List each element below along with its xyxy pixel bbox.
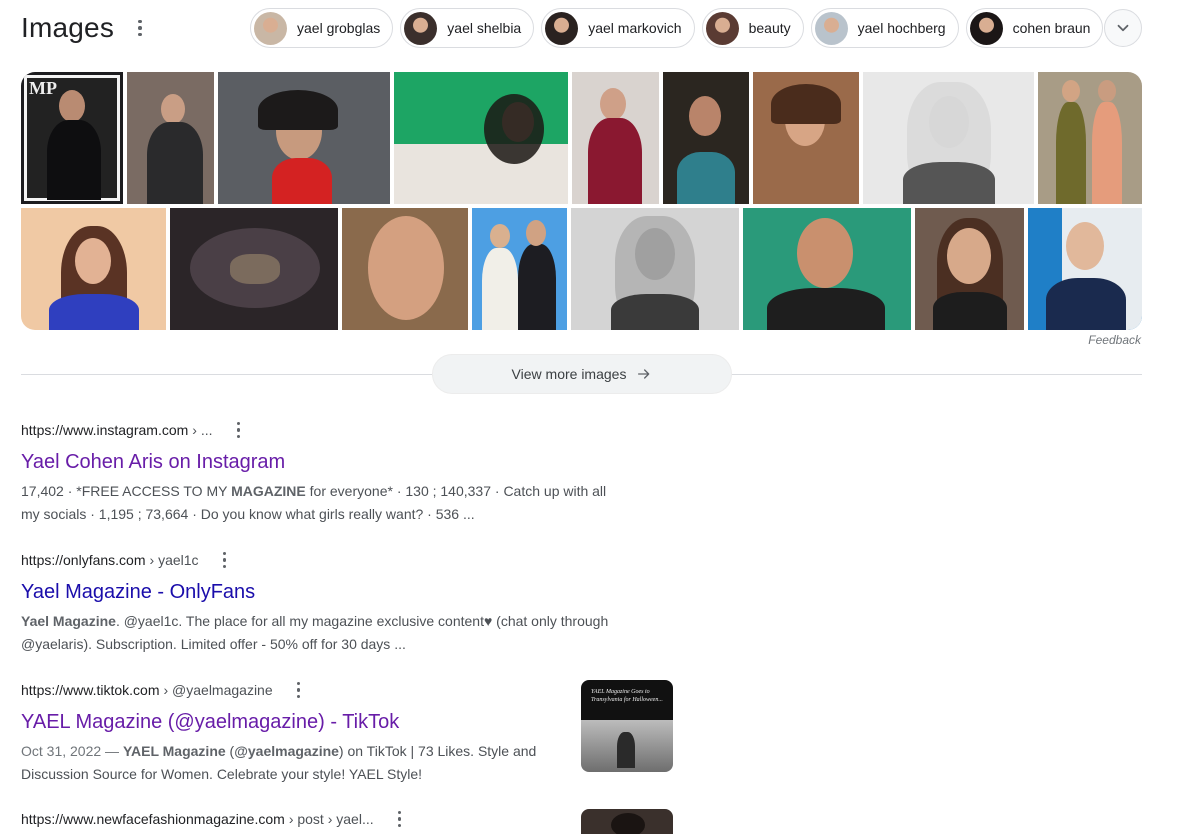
result-options-icon[interactable] <box>289 681 309 699</box>
result-options-icon[interactable] <box>229 421 249 439</box>
arrow-right-icon <box>638 369 650 379</box>
chip-label: beauty <box>748 20 791 36</box>
image-tile[interactable] <box>170 208 338 330</box>
chip-thumbnail <box>705 11 739 45</box>
image-tile[interactable] <box>915 208 1024 330</box>
result-domain: https://www.tiktok.com <box>21 682 160 698</box>
related-search-chips: yael grobglas yael shelbia yael markovich b… <box>250 8 1104 48</box>
image-tile[interactable] <box>1038 72 1142 204</box>
chip-label: yael markovich <box>588 20 682 36</box>
search-result: https://onlyfans.com › yael1c Yael Magaz… <box>21 550 681 656</box>
related-search-chip[interactable]: yael hochberg <box>810 8 959 48</box>
result-path: › post › yael... <box>288 811 374 827</box>
result-domain: https://onlyfans.com <box>21 552 146 568</box>
image-tile[interactable] <box>127 72 214 204</box>
images-header: Images <box>21 6 150 50</box>
search-result: https://www.instagram.com › ... Yael Coh… <box>21 420 681 526</box>
chip-label: yael hochberg <box>857 20 946 36</box>
image-tile[interactable] <box>342 208 468 330</box>
chip-thumbnail <box>404 11 438 45</box>
related-search-chip[interactable]: beauty <box>701 8 804 48</box>
result-title-link[interactable]: YAEL Magazine (@yaelmagazine) - TikTok <box>21 709 399 735</box>
chip-thumbnail <box>254 11 287 45</box>
result-path: › ... <box>192 422 213 438</box>
result-snippet: Oct 31, 2022 — YAEL Magazine (@yaelmagaz… <box>21 740 541 786</box>
expand-chips-button[interactable] <box>1104 9 1142 47</box>
related-search-chip[interactable]: cohen braun <box>965 8 1104 48</box>
chip-thumbnail <box>545 11 579 45</box>
result-path: › yael1c <box>149 552 199 568</box>
image-tile[interactable] <box>218 72 390 204</box>
image-tile[interactable]: MP <box>21 72 123 204</box>
view-more-images-label: View more images <box>511 366 627 382</box>
result-domain: https://www.newfacefashionmagazine.com <box>21 811 285 827</box>
image-tile[interactable] <box>753 72 859 204</box>
image-tile[interactable] <box>571 208 739 330</box>
result-title-link[interactable]: Yael Magazine - OnlyFans <box>21 579 255 605</box>
related-search-chip[interactable]: yael shelbia <box>400 8 535 48</box>
result-thumbnail[interactable] <box>581 809 673 834</box>
search-result: https://www.tiktok.com › @yaelmagazine Y… <box>21 680 721 786</box>
feedback-link[interactable]: Feedback <box>1088 333 1141 347</box>
image-tile[interactable] <box>863 72 1034 204</box>
more-options-icon[interactable] <box>130 16 150 40</box>
result-snippet: 17,402 · *FREE ACCESS TO MY MAGAZINE for… <box>21 483 607 522</box>
result-thumbnail[interactable]: YAEL Magazine Goes to Transylvania for H… <box>581 680 673 772</box>
result-path: › @yaelmagazine <box>163 682 273 698</box>
result-domain: https://www.instagram.com <box>21 422 189 438</box>
chip-label: yael shelbia <box>447 20 522 36</box>
image-tile[interactable] <box>663 72 749 204</box>
result-options-icon[interactable] <box>390 810 410 828</box>
image-grid-row-1: MP <box>21 72 1142 204</box>
chip-label: cohen braun <box>1012 20 1091 36</box>
related-search-chip[interactable]: yael grobglas <box>250 8 394 48</box>
result-options-icon[interactable] <box>215 551 235 569</box>
image-tile[interactable] <box>572 72 659 204</box>
magazine-logo: MP <box>29 78 57 98</box>
thumbnail-caption: YAEL Magazine Goes to Transylvania for H… <box>591 689 663 703</box>
chip-label: yael grobglas <box>297 20 381 36</box>
chip-thumbnail <box>969 11 1003 45</box>
result-url[interactable]: https://www.instagram.com › ... <box>21 420 681 440</box>
image-tile[interactable] <box>1028 208 1142 330</box>
view-more-images-button[interactable]: View more images <box>432 354 732 394</box>
image-tile[interactable] <box>743 208 911 330</box>
result-url[interactable]: https://onlyfans.com › yael1c <box>21 550 681 570</box>
chip-thumbnail <box>814 11 848 45</box>
image-grid-row-2 <box>21 208 1142 330</box>
related-search-chip[interactable]: yael markovich <box>541 8 695 48</box>
image-tile[interactable] <box>472 208 567 330</box>
chevron-down-icon <box>1117 24 1129 32</box>
image-tile[interactable] <box>394 72 568 204</box>
result-title-link[interactable]: Yael Cohen Aris on Instagram <box>21 449 285 475</box>
result-date: Oct 31, 2022 — <box>21 743 123 759</box>
result-snippet: Yael Magazine. @yael1c. The place for al… <box>21 613 609 652</box>
search-result: https://www.newfacefashionmagazine.com ›… <box>21 809 721 834</box>
images-section-title: Images <box>21 12 115 43</box>
image-tile[interactable] <box>21 208 166 330</box>
